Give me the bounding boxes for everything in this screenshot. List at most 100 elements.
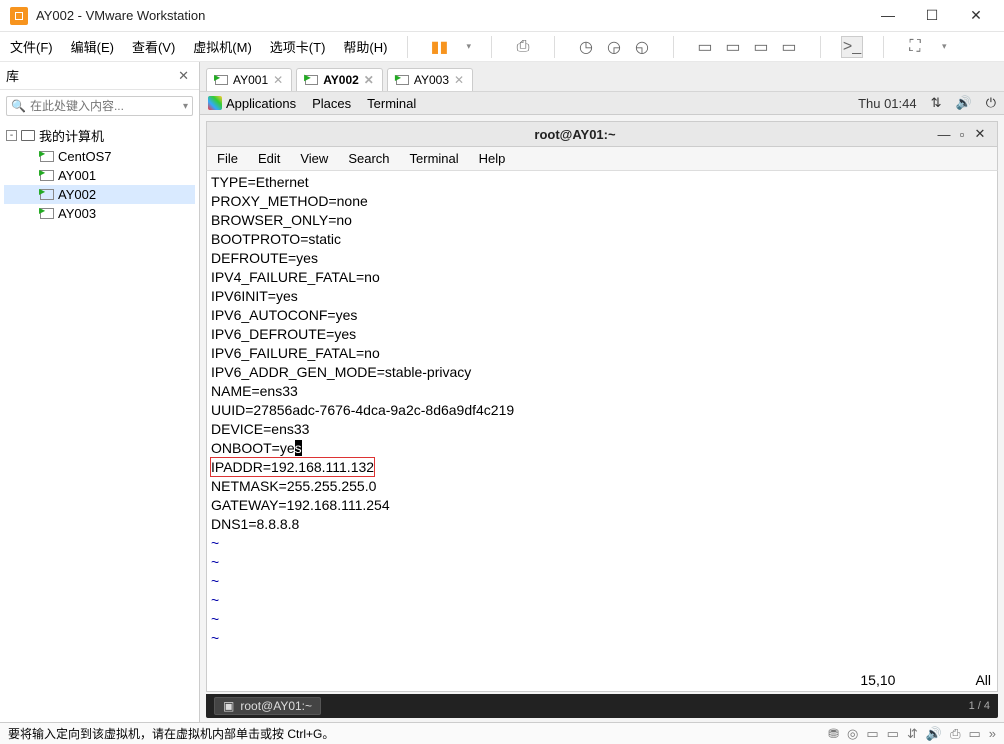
vm-icon [40,151,54,162]
tree-item-ay001[interactable]: AY001 [4,166,195,185]
tree-root-label: 我的计算机 [39,126,104,145]
view-multi-icon[interactable]: ▭ [750,36,772,58]
view-single-icon[interactable]: ▭ [694,36,716,58]
term-menu-help[interactable]: Help [479,151,506,166]
tab-close-icon[interactable]: ✕ [364,73,374,87]
send-ctrlaltdel-icon[interactable]: ⎙ [512,36,534,58]
vm-content: AY001✕ AY002✕ AY003✕ Applications Places… [200,62,1004,722]
library-header: 库 [6,66,19,85]
separator [407,36,408,58]
menu-vm[interactable]: 虚拟机(M) [193,37,252,56]
term-close-button[interactable]: ✕ [971,126,989,142]
vm-tab-ay001[interactable]: AY001✕ [206,68,292,91]
power-icon[interactable]: ⏻ [986,95,996,111]
vm-icon [215,75,228,85]
vm-tabs: AY001✕ AY002✕ AY003✕ [200,62,1004,91]
term-menu-terminal[interactable]: Terminal [410,151,459,166]
library-search[interactable]: 🔍 ▾ [6,96,193,116]
hdd-icon[interactable]: ⛃ [828,726,839,742]
menu-tabs[interactable]: 选项卡(T) [270,37,326,56]
term-menu-view[interactable]: View [300,151,328,166]
view-unity-icon[interactable]: ▭ [778,36,800,58]
window-title: AY002 - VMware Workstation [36,8,205,23]
snapshot-manager-icon[interactable]: ◵ [631,36,653,58]
menu-view[interactable]: 查看(V) [132,37,175,56]
tree-item-ay002[interactable]: AY002 [4,185,195,204]
search-dropdown-icon[interactable]: ▾ [183,101,188,112]
vm-tab-ay003[interactable]: AY003✕ [387,68,473,91]
separator [673,36,674,58]
tree-item-ay003[interactable]: AY003 [4,204,195,223]
vm-icon [305,75,318,85]
device-icons: ⛃ ◎ ▭ ▭ ⇵ 🔊 ⎙ ▭ » [828,726,996,742]
menu-file[interactable]: 文件(F) [10,37,53,56]
host-menubar: 文件(F) 编辑(E) 查看(V) 虚拟机(M) 选项卡(T) 帮助(H) ▮▮… [0,32,1004,62]
terminal-menubar: File Edit View Search Terminal Help [206,146,998,171]
maximize-button[interactable]: ☐ [918,7,946,24]
menu-edit[interactable]: 编辑(E) [71,37,114,56]
applications-icon [208,96,222,110]
vm-icon [40,208,54,219]
sound-icon[interactable]: 🔊 [926,726,942,742]
taskbar-terminal-button[interactable]: ▣ root@AY01:~ [214,697,321,715]
vm-icon [396,75,409,85]
minimize-button[interactable]: — [874,7,902,24]
fullscreen-icon[interactable]: ⛶ [904,36,926,58]
library-sidebar: 库 ✕ 🔍 ▾ - 我的计算机 CentOS7 AY001 AY002 AY00… [0,62,200,722]
sidebar-close-button[interactable]: ✕ [174,68,193,84]
printer-icon[interactable]: ⎙ [950,726,960,742]
status-text: 要将输入定向到该虚拟机，请在虚拟机内部单击或按 Ctrl+G。 [8,725,334,742]
term-menu-search[interactable]: Search [348,151,389,166]
host-statusbar: 要将输入定向到该虚拟机，请在虚拟机内部单击或按 Ctrl+G。 ⛃ ◎ ▭ ▭ … [0,722,1004,744]
close-button[interactable]: ✕ [962,7,990,24]
terminal-launcher[interactable]: Terminal [367,96,416,111]
guest-top-panel: Applications Places Terminal Thu 01:44 ⇅… [200,91,1004,115]
search-icon: 🔍 [11,99,26,113]
computer-icon [21,130,35,141]
term-minimize-button[interactable]: — [935,127,953,142]
separator [491,36,492,58]
vm-icon [40,170,54,181]
vim-status: 15,10All [213,671,991,689]
network-icon[interactable]: ⇅ [931,95,942,111]
usb-icon[interactable]: ⇵ [907,726,918,742]
separator [883,36,884,58]
quickswitch-icon[interactable]: >_ [841,36,863,58]
view-console-icon[interactable]: ▭ [722,36,744,58]
term-maximize-button[interactable]: ▫ [953,127,971,142]
display-icon[interactable]: ▭ [968,726,980,742]
terminal-icon: ▣ [223,699,234,713]
host-titlebar: AY002 - VMware Workstation — ☐ ✕ [0,0,1004,32]
apps-menu[interactable]: Applications [208,96,296,111]
highlighted-line: IPADDR=192.168.111.132 [211,458,374,476]
tree-root[interactable]: - 我的计算机 [4,124,195,147]
terminal-title: root@AY01:~ [215,127,935,142]
floppy-icon[interactable]: ▭ [866,726,878,742]
terminal-titlebar[interactable]: root@AY01:~ — ▫ ✕ [206,121,998,146]
cd-icon[interactable]: ◎ [847,726,858,742]
vmware-logo-icon [10,7,28,25]
more-icon[interactable]: » [989,726,996,742]
clock[interactable]: Thu 01:44 [858,96,917,111]
tree-item-centos7[interactable]: CentOS7 [4,147,195,166]
vm-tab-ay002[interactable]: AY002✕ [296,68,383,91]
term-menu-file[interactable]: File [217,151,238,166]
snapshot-revert-icon[interactable]: ◶ [603,36,625,58]
collapse-icon[interactable]: - [6,130,17,141]
separator [554,36,555,58]
separator [820,36,821,58]
guest-taskbar: ▣ root@AY01:~ 1 / 4 [206,694,998,718]
tab-close-icon[interactable]: ✕ [273,73,283,87]
library-tree: - 我的计算机 CentOS7 AY001 AY002 AY003 [0,122,199,225]
snapshot-icon[interactable]: ◷ [575,36,597,58]
tab-close-icon[interactable]: ✕ [454,73,464,87]
places-menu[interactable]: Places [312,96,351,111]
volume-icon[interactable]: 🔊 [956,95,972,111]
menu-help[interactable]: 帮助(H) [343,37,387,56]
net-icon[interactable]: ▭ [887,726,899,742]
term-menu-edit[interactable]: Edit [258,151,280,166]
terminal-body[interactable]: TYPE=Ethernet PROXY_METHOD=none BROWSER_… [206,171,998,692]
search-input[interactable] [30,99,183,113]
workspace-indicator[interactable]: 1 / 4 [969,700,990,712]
pause-icon[interactable]: ▮▮ [428,36,450,58]
